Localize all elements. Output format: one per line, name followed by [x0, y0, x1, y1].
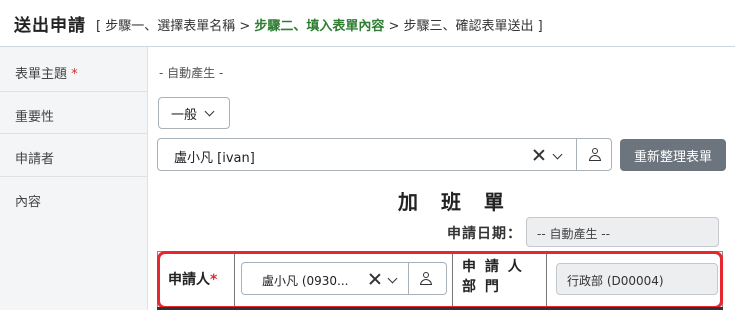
- close-icon[interactable]: [533, 149, 545, 161]
- subject-value: - 自動產生 -: [159, 66, 224, 80]
- combo-separator: [576, 139, 577, 170]
- user-icon-head: [592, 148, 598, 154]
- label-column: [0, 47, 148, 310]
- active-step: 步驟二、填入表單內容: [254, 19, 385, 34]
- form-title: 加 班 單: [398, 190, 512, 214]
- chevron-down-icon: [204, 106, 215, 116]
- chevron-down-icon[interactable]: [552, 149, 563, 160]
- step-breadcrumb: [ 步驟一、選擇表單名稱 > 步驟二、填入表單內容 > 步驟三、確認表單送出 ]: [96, 15, 543, 34]
- row-divider: [0, 176, 148, 177]
- content-label: 內容: [15, 195, 42, 210]
- applicant-value: 盧小凡 [ivan]: [174, 151, 255, 166]
- page-title: 送出申請: [14, 16, 86, 36]
- rebuild-form-button[interactable]: 重新整理表單: [620, 139, 726, 171]
- applicant-combobox[interactable]: 盧小凡 [ivan]: [157, 138, 612, 171]
- row-divider: [0, 133, 148, 134]
- steps-prefix: [ 步驟一、選擇表單名稱 >: [96, 19, 255, 34]
- row-divider: [0, 91, 148, 92]
- importance-label: 重要性: [15, 110, 55, 125]
- subject-label-text: 表單主題: [15, 67, 68, 82]
- required-marker: *: [71, 67, 78, 82]
- applicant-label: 申請者: [15, 152, 55, 167]
- apply-date-field: -- 自動產生 --: [526, 217, 719, 247]
- subject-label: 表單主題 *: [15, 63, 78, 82]
- title-bar: 送出申請 [ 步驟一、選擇表單名稱 > 步驟二、填入表單內容 > 步驟三、確認表…: [0, 0, 735, 47]
- highlight-frame: [157, 251, 723, 309]
- user-icon-body: [589, 155, 601, 161]
- steps-suffix: > 步驟三、確認表單送出 ]: [384, 19, 543, 34]
- user-icon[interactable]: [589, 148, 601, 162]
- importance-value: 一般: [171, 107, 198, 123]
- importance-select[interactable]: 一般: [158, 97, 230, 129]
- apply-date-label: 申請日期：: [447, 226, 522, 242]
